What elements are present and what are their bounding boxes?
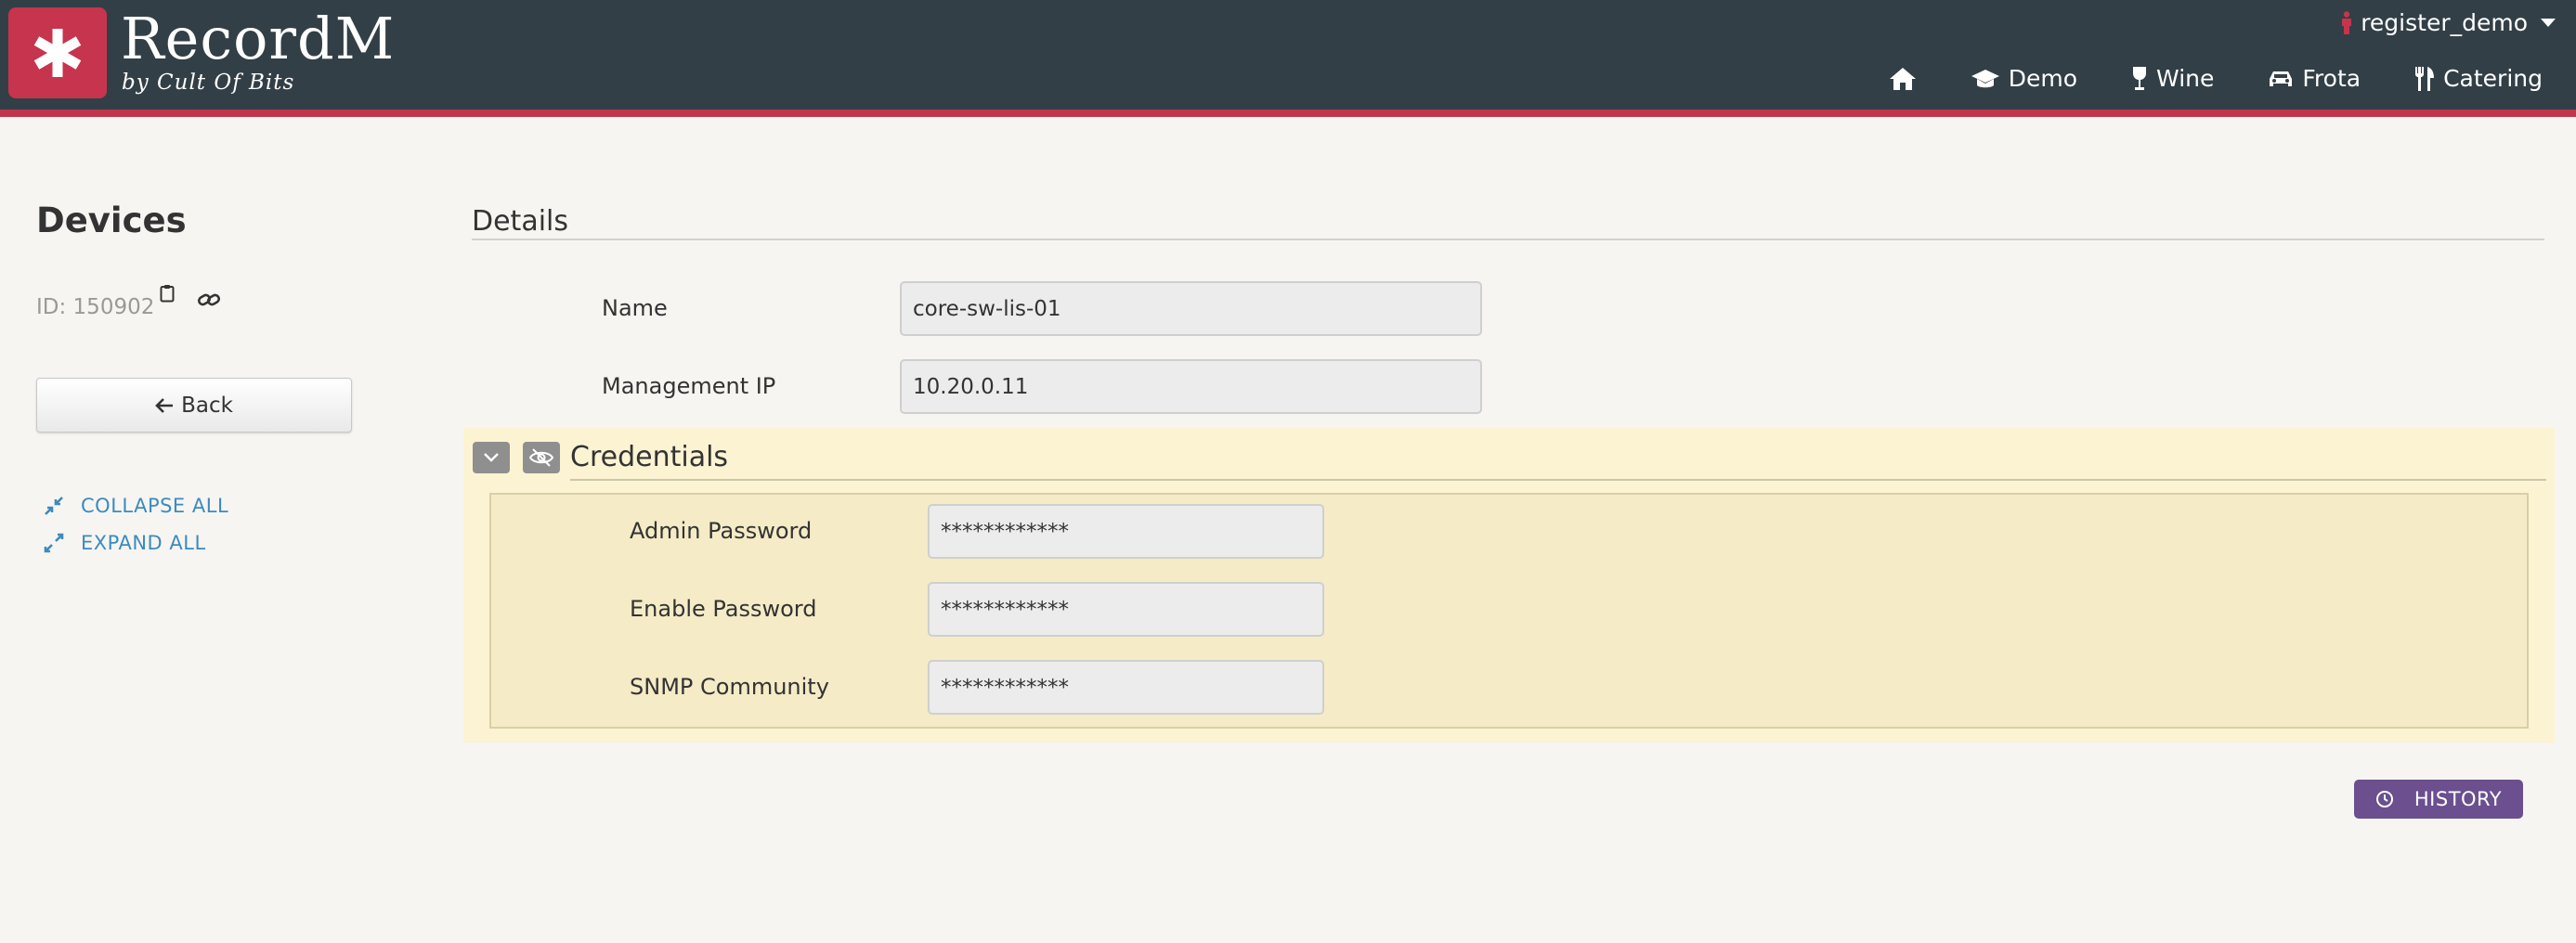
nav-label: Wine: [2156, 65, 2215, 92]
chevron-down-icon: [484, 453, 499, 462]
brand-tagline: by Cult Of Bits: [122, 71, 295, 95]
divider: [570, 479, 2546, 481]
management-ip-field[interactable]: 10.20.0.11: [900, 359, 1482, 414]
header-accent-line: [0, 110, 2576, 117]
clock-icon: [2375, 791, 2393, 807]
snmp-community-label: SNMP Community: [630, 674, 829, 700]
history-label: HISTORY: [2413, 788, 2503, 810]
nav-wine[interactable]: Wine: [2131, 65, 2214, 92]
top-bar: RecordM by Cult Of Bits register_demo De…: [0, 0, 2576, 110]
snmp-community-field[interactable]: ************: [928, 660, 1324, 715]
brand-name: RecordM: [121, 5, 396, 72]
arrow-left-icon: [155, 397, 174, 413]
logo[interactable]: [8, 7, 107, 98]
utensils-icon: [2415, 66, 2435, 91]
nav-home[interactable]: [1889, 67, 1917, 91]
visibility-toggle-button[interactable]: [523, 442, 560, 473]
expand-all-link[interactable]: EXPAND ALL: [44, 532, 206, 554]
wine-glass-icon: [2133, 66, 2147, 90]
enable-password-label: Enable Password: [630, 596, 817, 622]
credentials-section-title: Credentials: [570, 441, 729, 473]
nav-label: Frota: [2302, 65, 2361, 92]
home-icon: [1889, 67, 1916, 90]
nav-label: Demo: [2008, 65, 2078, 92]
details-section-title: Details: [472, 205, 569, 238]
asterisk-icon: [33, 29, 82, 77]
collapse-all-label: COLLAPSE ALL: [81, 495, 229, 517]
expand-icon: [44, 533, 64, 553]
management-ip-label: Management IP: [602, 373, 776, 399]
main-nav: Demo Wine Frota Catering: [1835, 65, 2543, 92]
person-icon: [2340, 10, 2353, 35]
link-icon[interactable]: [197, 291, 221, 308]
clipboard-icon[interactable]: [160, 284, 175, 303]
admin-password-label: Admin Password: [630, 518, 813, 544]
enable-password-field[interactable]: ************: [928, 582, 1324, 637]
user-menu[interactable]: register_demo: [2340, 9, 2556, 36]
nav-label: Catering: [2443, 65, 2543, 92]
name-field[interactable]: core-sw-lis-01: [900, 281, 1482, 336]
divider: [472, 239, 2544, 240]
name-label: Name: [602, 295, 668, 321]
caret-down-icon: [2541, 19, 2556, 27]
nav-demo[interactable]: Demo: [1971, 65, 2077, 92]
nav-frota[interactable]: Frota: [2268, 65, 2361, 92]
user-name: register_demo: [2361, 9, 2528, 36]
collapse-toggle-button[interactable]: [473, 442, 510, 473]
back-label: Back: [181, 393, 233, 418]
car-icon: [2270, 71, 2293, 86]
eye-slash-icon: [528, 448, 554, 467]
history-button[interactable]: HISTORY: [2354, 780, 2523, 819]
definition-title: Devices: [36, 200, 187, 240]
graduation-cap-icon: [1971, 69, 1999, 87]
nav-catering[interactable]: Catering: [2414, 65, 2543, 92]
expand-all-label: EXPAND ALL: [81, 532, 206, 554]
compress-icon: [45, 497, 63, 515]
collapse-all-link[interactable]: COLLAPSE ALL: [44, 495, 228, 517]
admin-password-field[interactable]: ************: [928, 504, 1324, 559]
instance-id: ID: 150902: [36, 295, 155, 319]
back-button[interactable]: Back: [36, 378, 352, 433]
